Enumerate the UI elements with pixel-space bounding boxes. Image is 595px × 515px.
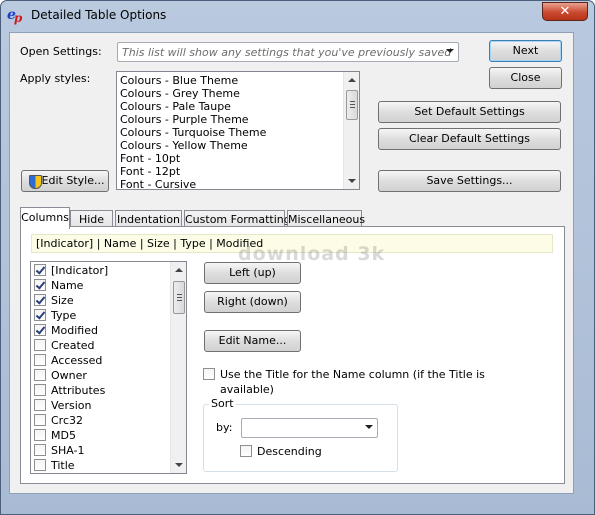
column-checkbox[interactable] <box>34 444 46 456</box>
window-close-button[interactable]: ✕ <box>542 2 588 21</box>
column-list-item[interactable]: Created <box>31 338 171 353</box>
scroll-up-icon[interactable] <box>348 78 356 82</box>
style-list-item[interactable]: Colours - Pale Taupe <box>117 100 359 113</box>
column-list-item[interactable]: MD5 <box>31 428 171 443</box>
move-left-up-button[interactable]: Left (up) <box>204 262 301 284</box>
close-icon: ✕ <box>559 4 571 19</box>
column-label: Owner <box>51 369 87 382</box>
scroll-up-icon[interactable] <box>175 268 183 272</box>
column-list-item[interactable]: Crc32 <box>31 413 171 428</box>
dialog-client-area: Open Settings: This list will show any s… <box>9 32 574 494</box>
open-settings-label: Open Settings: <box>20 45 102 58</box>
column-checkbox[interactable] <box>34 339 46 351</box>
column-label: Version <box>51 399 92 412</box>
title-bar: ep Detailed Table Options ✕ <box>1 1 594 29</box>
column-list-item[interactable]: [Indicator] <box>31 263 171 278</box>
styles-scrollbar[interactable] <box>343 72 359 189</box>
descending-label: Descending <box>257 445 322 458</box>
close-button[interactable]: Close <box>489 67 562 89</box>
column-checkbox[interactable] <box>34 354 46 366</box>
style-list-item[interactable]: Colours - Yellow Theme <box>117 139 359 152</box>
column-label: [Indicator] <box>51 264 109 277</box>
column-list-item[interactable]: Name <box>31 278 171 293</box>
use-title-checkbox[interactable]: Use the Title for the Name column (if th… <box>200 367 520 396</box>
uac-shield-icon <box>29 175 42 189</box>
column-label: Title <box>51 459 75 472</box>
column-list-item[interactable]: Title <box>31 458 171 473</box>
column-checkbox[interactable] <box>34 264 46 276</box>
save-settings-button[interactable]: Save Settings... <box>378 170 561 192</box>
column-label: Accessed <box>51 354 103 367</box>
clear-default-settings-button[interactable]: Clear Default Settings <box>378 128 561 150</box>
sort-legend: Sort <box>209 397 236 410</box>
column-label: Type <box>51 309 77 322</box>
column-checkbox[interactable] <box>34 384 46 396</box>
set-default-settings-button[interactable]: Set Default Settings <box>378 101 561 123</box>
column-checkbox[interactable] <box>34 399 46 411</box>
scroll-down-icon[interactable] <box>348 179 356 183</box>
edit-style-button[interactable]: Edit Style... <box>21 170 109 192</box>
column-list-item[interactable]: Size <box>31 293 171 308</box>
apply-styles-list[interactable]: Colours - Blue Theme Colours - Grey Theme… <box>116 71 360 190</box>
sort-by-label: by: <box>216 421 233 434</box>
columns-checklist[interactable]: [Indicator] Name Size Type Modified Created Ac… <box>30 261 187 474</box>
next-button[interactable]: Next <box>489 40 562 62</box>
styles-scroll-thumb[interactable] <box>346 90 358 120</box>
descending-check[interactable] <box>240 445 252 457</box>
window-title: Detailed Table Options <box>31 8 167 22</box>
column-list-item[interactable]: Type <box>31 308 171 323</box>
column-label: Name <box>51 279 84 292</box>
edit-style-label: Edit Style... <box>41 174 105 187</box>
use-title-label: Use the Title for the Name column (if th… <box>220 368 485 396</box>
column-label: SHA-1 <box>51 444 85 457</box>
columns-scrollbar[interactable] <box>170 262 186 473</box>
chevron-down-icon <box>365 425 373 429</box>
column-list-item[interactable]: Attributes <box>31 383 171 398</box>
scroll-down-icon[interactable] <box>175 463 183 467</box>
column-label: Crc32 <box>51 414 84 427</box>
column-checkbox[interactable] <box>34 429 46 441</box>
download3k-watermark: download 3k <box>238 243 386 265</box>
column-list-item[interactable]: Owner <box>31 368 171 383</box>
column-checkbox[interactable] <box>34 279 46 291</box>
sort-by-combo[interactable] <box>241 418 378 438</box>
edit-name-button[interactable]: Edit Name... <box>204 330 301 352</box>
style-list-item[interactable]: Font - 10pt <box>117 152 359 165</box>
style-list-item[interactable]: Colours - Blue Theme <box>117 74 359 87</box>
move-right-down-button[interactable]: Right (down) <box>204 291 301 313</box>
column-label: Modified <box>51 324 98 337</box>
style-list-item[interactable]: Colours - Purple Theme <box>117 113 359 126</box>
column-checkbox[interactable] <box>34 309 46 321</box>
column-list-item[interactable]: Modified <box>31 323 171 338</box>
style-list-item[interactable]: Font - Cursive <box>117 178 359 189</box>
style-list-item[interactable]: Colours - Grey Theme <box>117 87 359 100</box>
apply-styles-label: Apply styles: <box>20 72 91 85</box>
use-title-check[interactable] <box>203 368 215 380</box>
dialog-window: ep Detailed Table Options ✕ Open Setting… <box>0 0 595 515</box>
open-settings-combo[interactable]: This list will show any settings that yo… <box>117 42 459 62</box>
column-checkbox[interactable] <box>34 324 46 336</box>
column-list-item[interactable]: Accessed <box>31 353 171 368</box>
column-label: Created <box>51 339 95 352</box>
sort-groupbox: Sort by: Descending <box>203 397 398 472</box>
column-label: Size <box>51 294 74 307</box>
chevron-down-icon <box>446 49 454 53</box>
column-label: MD5 <box>51 429 76 442</box>
open-settings-placeholder: This list will show any settings that yo… <box>122 46 452 59</box>
app-logo-icon: ep <box>7 7 22 25</box>
columns-tab-panel: [Indicator] | Name | Size | Type | Modif… <box>20 226 565 484</box>
descending-checkbox[interactable]: Descending <box>237 444 367 459</box>
style-list-item[interactable]: Font - 12pt <box>117 165 359 178</box>
column-checkbox[interactable] <box>34 414 46 426</box>
column-label: Attributes <box>51 384 106 397</box>
column-list-item[interactable]: SHA-1 <box>31 443 171 458</box>
columns-scroll-thumb[interactable] <box>173 281 185 314</box>
style-list-item[interactable]: Colours - Turquoise Theme <box>117 126 359 139</box>
column-checkbox[interactable] <box>34 369 46 381</box>
column-list-item[interactable]: Version <box>31 398 171 413</box>
column-checkbox[interactable] <box>34 294 46 306</box>
tab-columns[interactable]: Columns <box>20 207 70 229</box>
column-checkbox[interactable] <box>34 459 46 471</box>
